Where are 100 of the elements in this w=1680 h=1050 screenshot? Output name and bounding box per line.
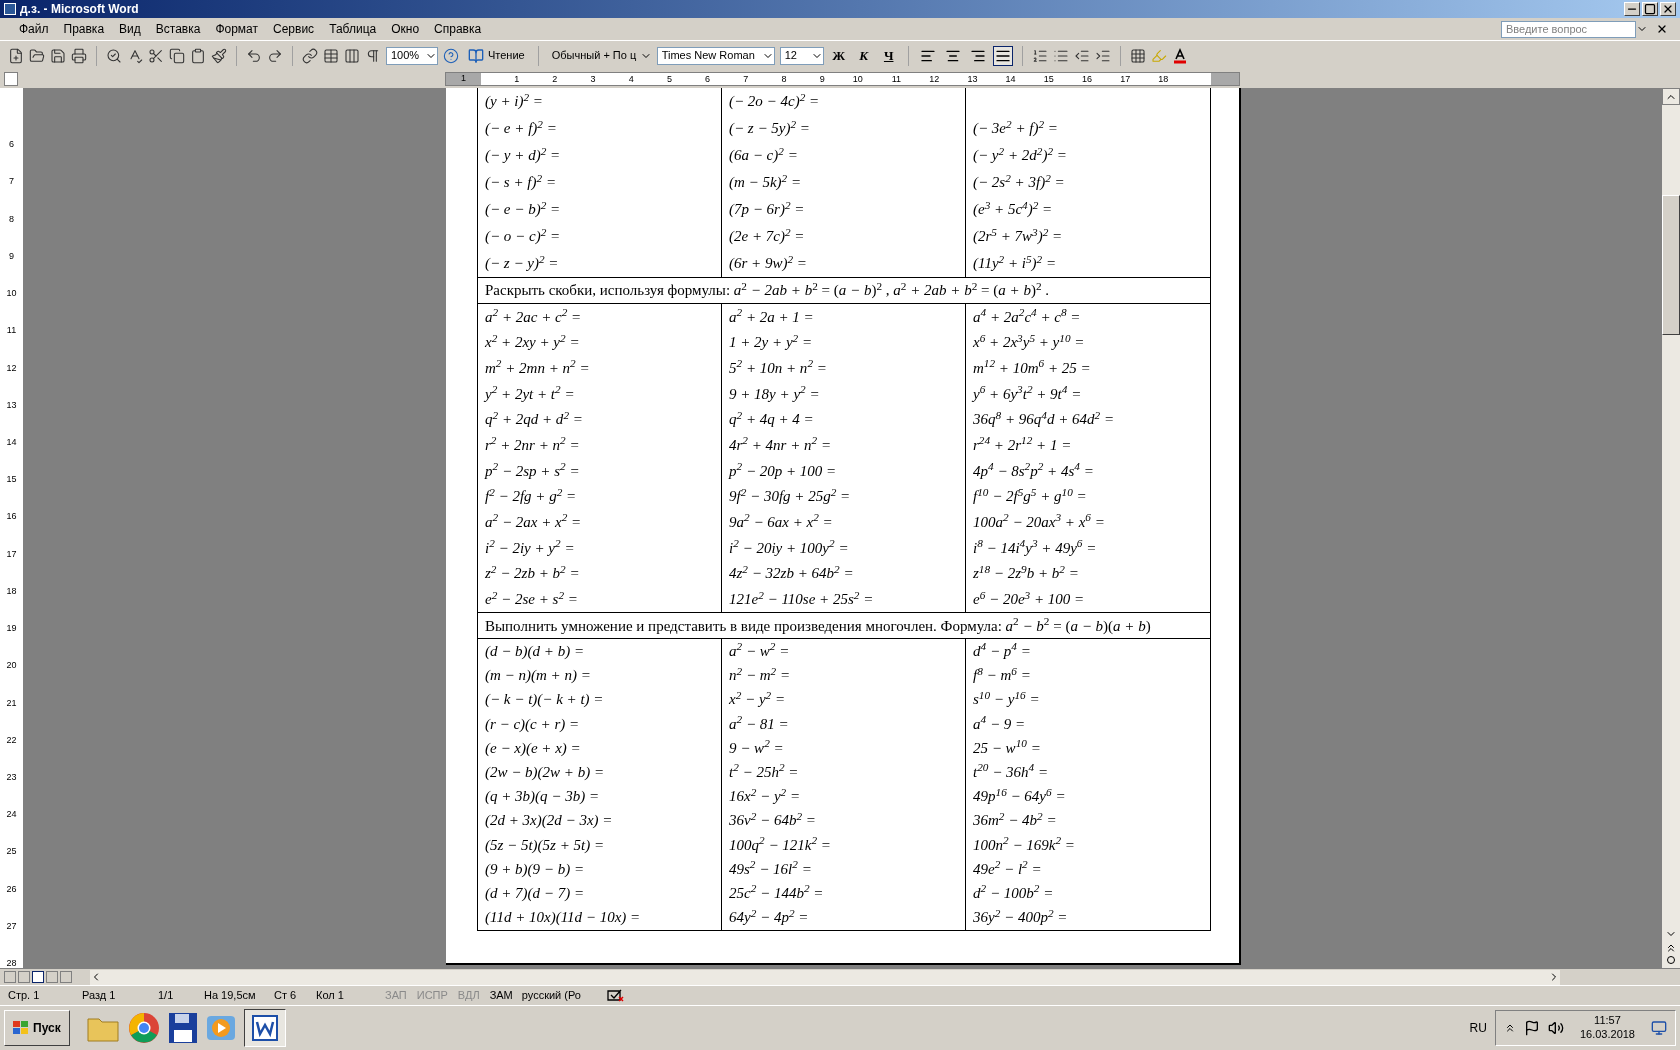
document-icon: [4, 3, 16, 15]
table-icon[interactable]: [323, 47, 339, 64]
redo-icon[interactable]: [267, 47, 283, 64]
style-dropdown[interactable]: Обычный + По ц: [547, 46, 652, 65]
formula: (− 2s$^{2}$ + 3f)$^{2}$ =: [973, 171, 1065, 193]
reading-button[interactable]: Чтение: [464, 47, 529, 64]
formula: 36v$^{2}$ − 64b$^{2}$ =: [729, 809, 816, 831]
borders-icon[interactable]: [1129, 47, 1146, 64]
columns-icon[interactable]: [344, 47, 360, 64]
menu-item[interactable]: Справка: [427, 20, 489, 38]
folder-icon[interactable]: [29, 47, 45, 64]
previous-page-icon[interactable]: [1665, 942, 1677, 954]
brush-icon[interactable]: [211, 47, 227, 64]
printer-icon[interactable]: [71, 47, 87, 64]
formula: q$^{2}$ + 2qd + d$^{2}$ =: [485, 408, 583, 430]
formula: (− k − t)(− k + t) =: [485, 690, 604, 710]
italic-button[interactable]: К: [853, 45, 874, 66]
font-dropdown[interactable]: Times New Roman: [656, 46, 775, 65]
close-icon[interactable]: [1656, 23, 1668, 35]
formula: (− 3e$^{2}$ + f)$^{2}$ =: [973, 117, 1058, 139]
ruler-number: 5: [666, 74, 672, 84]
underline-button[interactable]: Ч: [878, 45, 899, 66]
undo-icon[interactable]: [246, 47, 262, 64]
ruler-number: 8: [781, 74, 787, 84]
menu-item[interactable]: Вид: [112, 20, 148, 38]
formula: a$^{4}$ − 9 =: [973, 712, 1026, 734]
formula: x$^{6}$ + 2x$^{3}$y$^{5}$ + y$^{10}$ =: [973, 331, 1085, 353]
menu-item[interactable]: Правка: [56, 20, 112, 38]
formula: y$^{2}$ + 2yt + t$^{2}$ =: [485, 382, 575, 404]
ruler-number: 8: [9, 214, 14, 224]
mode-indicator[interactable]: ЗАМ: [484, 987, 518, 1004]
menu-item[interactable]: Окно: [384, 20, 427, 38]
formula: t$^{20}$ − 36h$^{4}$ =: [973, 761, 1049, 783]
spelling-status-icon[interactable]: [605, 988, 624, 1003]
spellcheck-icon[interactable]: [127, 47, 143, 64]
close-button[interactable]: [1660, 2, 1676, 16]
numbered-list-icon[interactable]: [1031, 47, 1048, 64]
show-desktop-icon[interactable]: [1651, 1020, 1667, 1036]
ruler-number: 7: [9, 177, 14, 187]
status-language: русский (Ро: [520, 988, 582, 1004]
formula: d$^{4}$ − p$^{4}$ =: [973, 640, 1031, 662]
align-button[interactable]: [992, 45, 1013, 66]
horizontal-scrollbar[interactable]: [90, 969, 1560, 985]
ruler-number: 10: [6, 289, 17, 299]
status-pages: 1/1: [158, 988, 175, 1004]
formula: (− e + f)$^{2}$ =: [485, 117, 557, 139]
formula: f$^{10}$ − 2f$^{5}$g$^{5}$ + g$^{10}$ =: [973, 485, 1087, 507]
preview-icon[interactable]: [106, 47, 122, 64]
zoom-dropdown[interactable]: 100%: [386, 46, 438, 65]
save-icon[interactable]: [50, 47, 66, 64]
formula: (11y$^{2}$ + i$^{5}$)$^{2}$ =: [973, 252, 1057, 274]
formula: x$^{2}$ − y$^{2}$ =: [729, 688, 786, 710]
formula: 9f$^{2}$ − 30fg + 25g$^{2}$ =: [729, 485, 851, 507]
scroll-thumb[interactable]: [1662, 195, 1680, 335]
formula: (2w − b)(2w + b) =: [485, 763, 605, 783]
formula: (d + 7)(d − 7) =: [485, 883, 585, 903]
formula: r$^{2}$ + 2nr + n$^{2}$ =: [485, 434, 580, 456]
speaker-icon[interactable]: [1547, 1020, 1564, 1036]
link-icon[interactable]: [302, 47, 318, 64]
size-dropdown[interactable]: 12: [779, 46, 824, 65]
flag-icon[interactable]: [1523, 1020, 1540, 1036]
formula: (2r$^{5}$ + 7w$^{3}$)$^{2}$ =: [973, 225, 1063, 247]
font-color-icon[interactable]: [1171, 47, 1188, 64]
window-title: д.з. - Microsoft Word: [20, 1, 139, 18]
menu-item[interactable]: Формат: [208, 20, 266, 38]
menu-item[interactable]: Таблица: [322, 20, 384, 38]
scissors-icon[interactable]: [148, 47, 164, 64]
clock-date[interactable]: 16.03.2018: [1579, 1028, 1635, 1042]
copy-icon[interactable]: [169, 47, 185, 64]
start-button[interactable]: Пуск: [4, 1010, 70, 1046]
view-button[interactable]: [32, 971, 44, 983]
maximize-button[interactable]: [1642, 2, 1658, 16]
new-document-icon[interactable]: [8, 47, 24, 64]
status-column: Кол 1: [316, 987, 380, 1004]
menu-item[interactable]: Вставка: [148, 20, 208, 38]
clipboard-icon[interactable]: [190, 47, 206, 64]
formula: f$^{2}$ − 2fg + g$^{2}$ =: [485, 485, 577, 507]
ruler-number: 23: [6, 772, 17, 782]
help-icon[interactable]: [443, 47, 459, 64]
bold-button[interactable]: Ж: [828, 45, 849, 66]
formula: 64y$^{2}$ − 4p$^{2}$ =: [729, 906, 809, 928]
formula: 4r$^{2}$ + 4nr + n$^{2}$ =: [729, 434, 832, 456]
formula: 5$^{2}$ + 10n + n$^{2}$ =: [729, 356, 827, 378]
browser-icon[interactable]: [127, 1012, 160, 1044]
formula: 25 − w$^{10}$ =: [973, 736, 1041, 758]
language-indicator[interactable]: RU: [1469, 1019, 1487, 1037]
ruler-number: 12: [6, 363, 17, 373]
tab-selector[interactable]: [4, 72, 18, 86]
menu-item[interactable]: Файл: [12, 20, 56, 38]
status-page: Стр. 1: [7, 988, 41, 1004]
word-taskbar-button[interactable]: [243, 1009, 286, 1047]
pilcrow-icon[interactable]: [365, 47, 381, 64]
minimize-button[interactable]: [1624, 2, 1640, 16]
maximize-icon: [1644, 3, 1656, 15]
menu-item[interactable]: Сервис: [266, 20, 322, 38]
ruler-number: 9: [819, 74, 825, 84]
media-player-icon[interactable]: [205, 1013, 236, 1043]
help-field[interactable]: Введите вопрос: [1501, 20, 1636, 38]
clock-time[interactable]: 11:57: [1594, 1014, 1621, 1028]
vertical-scrollbar[interactable]: [1662, 88, 1680, 968]
